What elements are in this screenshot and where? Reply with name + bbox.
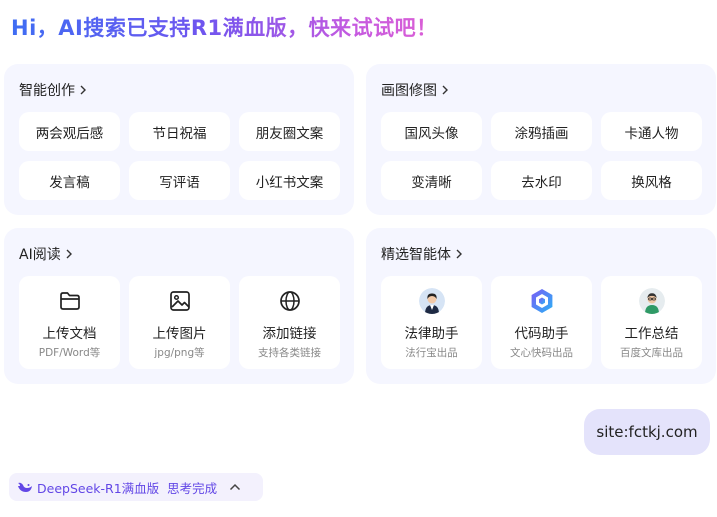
model-name-label: DeepSeek-R1满血版 <box>37 480 160 496</box>
card-title: 添加链接 <box>262 326 317 342</box>
reading-panel-title[interactable]: AI阅读 <box>19 244 74 264</box>
creation-chip[interactable]: 两会观后感 <box>19 112 120 151</box>
creation-chip[interactable]: 发言稿 <box>19 161 120 200</box>
image-panel: 画图修图 国风头像 涂鸦插画 卡通人物 变清晰 去水印 换风格 <box>366 64 716 215</box>
card-title: 法律助手 <box>404 326 459 342</box>
work-summary-card[interactable]: 工作总结 百度文库出品 <box>601 276 702 369</box>
chevron-up-icon[interactable] <box>229 483 241 491</box>
worker-avatar-wrap <box>638 288 665 314</box>
card-title: 上传文档 <box>42 326 97 342</box>
add-link-card[interactable]: 添加链接 支持各类链接 <box>239 276 340 369</box>
chevron-right-icon <box>442 85 448 95</box>
image-icon <box>167 288 193 314</box>
chevron-right-icon <box>66 249 72 259</box>
creation-chip[interactable]: 写评语 <box>129 161 230 200</box>
card-subtitle: 法行宝出品 <box>405 347 458 359</box>
card-title: 代码助手 <box>514 326 569 342</box>
upload-image-card[interactable]: 上传图片 jpg/png等 <box>129 276 230 369</box>
reading-panel: AI阅读 上传文档 PDF/Word等 上传图片 jpg/png等 添加链接 支… <box>4 228 354 384</box>
code-assistant-icon <box>529 288 555 314</box>
creation-panel-title[interactable]: 智能创作 <box>19 80 88 100</box>
lawyer-avatar <box>418 288 445 314</box>
agents-panel: 精选智能体 法律助手 法行宝出品 代码助手 文心快码出品 工作总结 百度文库出品 <box>366 228 716 384</box>
creation-title-label: 智能创作 <box>19 83 75 99</box>
image-chip[interactable]: 去水印 <box>491 161 592 200</box>
image-chip[interactable]: 国风头像 <box>381 112 482 151</box>
user-message-bubble: site:fctkj.com <box>584 409 710 455</box>
creation-panel: 智能创作 两会观后感 节日祝福 朋友圈文案 发言稿 写评语 小红书文案 <box>4 64 354 215</box>
card-title: 上传图片 <box>152 326 207 342</box>
image-chip[interactable]: 卡通人物 <box>601 112 702 151</box>
thinking-state-label: 思考完成 <box>167 480 218 496</box>
creation-chip[interactable]: 朋友圈文案 <box>239 112 340 151</box>
page-headline: Hi，AI搜索已支持R1满血版，快来试试吧！ <box>11 12 438 42</box>
card-subtitle: jpg/png等 <box>154 347 205 359</box>
card-subtitle: 支持各类链接 <box>258 347 321 359</box>
agents-panel-title[interactable]: 精选智能体 <box>381 244 464 264</box>
reading-title-label: AI阅读 <box>19 247 61 263</box>
deepseek-whale-icon <box>18 482 32 492</box>
legal-assistant-card[interactable]: 法律助手 法行宝出品 <box>381 276 482 369</box>
lawyer-avatar-wrap <box>418 288 445 314</box>
creation-chip[interactable]: 小红书文案 <box>239 161 340 200</box>
card-title: 工作总结 <box>624 326 679 342</box>
upload-document-card[interactable]: 上传文档 PDF/Word等 <box>19 276 120 369</box>
card-subtitle: 文心快码出品 <box>510 347 573 359</box>
chevron-right-icon <box>80 85 86 95</box>
image-chip[interactable]: 变清晰 <box>381 161 482 200</box>
code-assistant-card[interactable]: 代码助手 文心快码出品 <box>491 276 592 369</box>
chevron-right-icon <box>456 249 462 259</box>
image-chip[interactable]: 换风格 <box>601 161 702 200</box>
thinking-status-bar[interactable]: DeepSeek-R1满血版 思考完成 <box>9 473 263 501</box>
image-chip[interactable]: 涂鸦插画 <box>491 112 592 151</box>
image-panel-title[interactable]: 画图修图 <box>381 80 450 100</box>
globe-icon <box>277 288 303 314</box>
worker-avatar <box>638 288 665 314</box>
card-subtitle: PDF/Word等 <box>38 347 101 359</box>
image-title-label: 画图修图 <box>381 83 437 99</box>
card-subtitle: 百度文库出品 <box>620 347 683 359</box>
creation-chip[interactable]: 节日祝福 <box>129 112 230 151</box>
agents-title-label: 精选智能体 <box>381 247 451 263</box>
folder-icon <box>57 288 83 314</box>
